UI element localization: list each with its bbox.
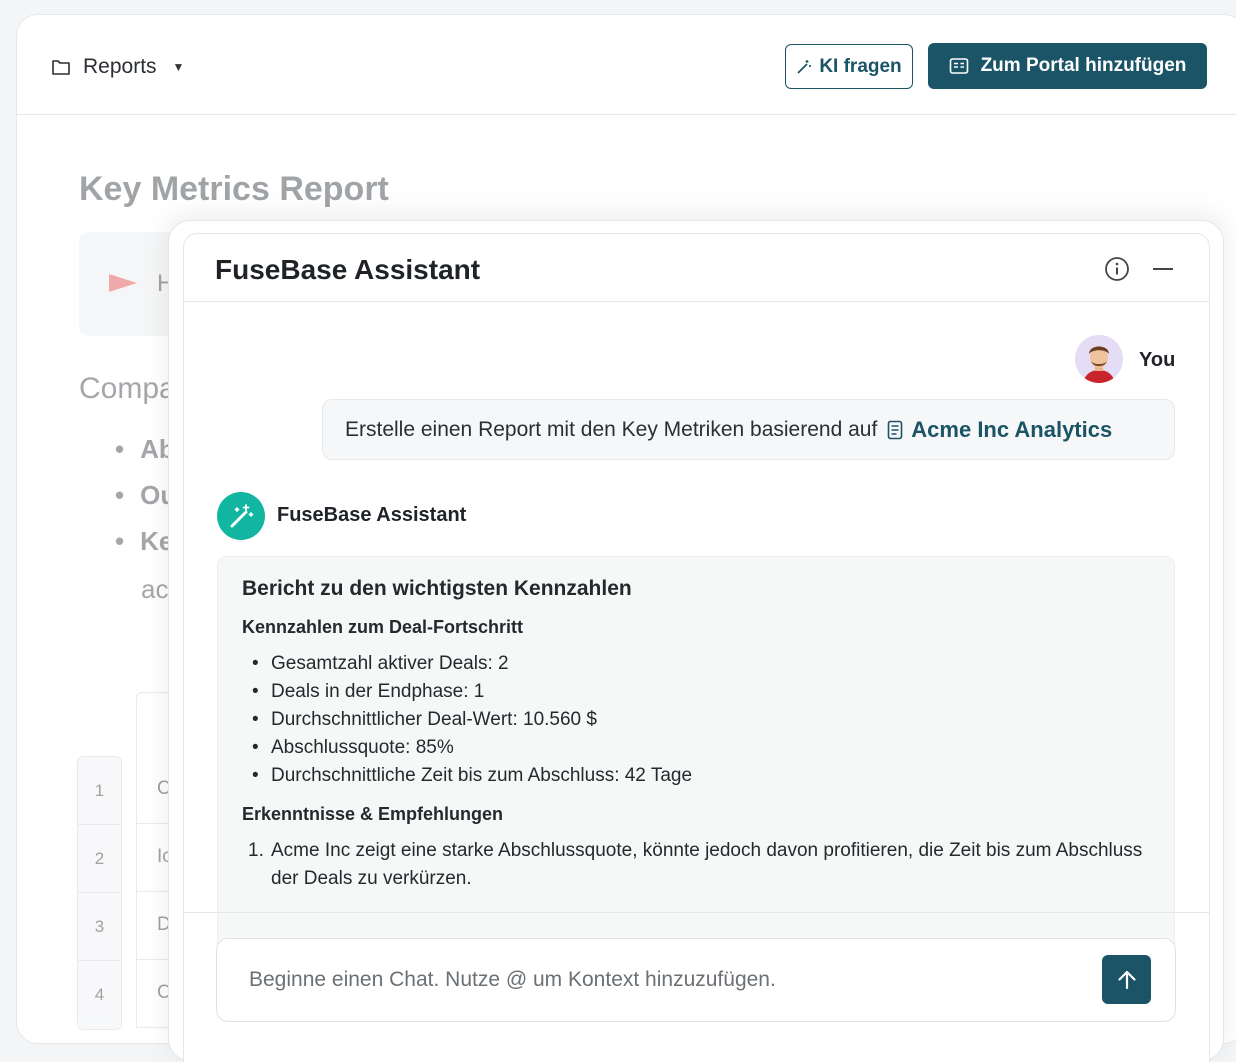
breadcrumb[interactable]: Reports ▼: [51, 55, 184, 79]
assistant-avatar: [217, 492, 265, 540]
magic-wand-icon: [797, 59, 812, 74]
list-item: Ab: [115, 434, 175, 465]
list-item: Gesamtzahl aktiver Deals: 2: [242, 650, 1150, 678]
minimize-icon[interactable]: [1150, 256, 1176, 282]
add-to-portal-button[interactable]: Zum Portal hinzufügen: [928, 43, 1207, 89]
ask-ai-button[interactable]: KI fragen: [785, 44, 913, 89]
table-row-numbers: 1 2 3 4: [77, 756, 122, 1030]
user-name: You: [1139, 349, 1176, 371]
insights-list: Acme Inc zeigt eine starke Abschlussquot…: [242, 837, 1150, 893]
reply-section-heading: Kennzahlen zum Deal-Fortschritt: [242, 617, 524, 637]
flag-icon: [109, 274, 137, 292]
document-icon: [887, 420, 903, 439]
list-item: Durchschnittlicher Deal-Wert: 10.560 $: [242, 706, 1150, 734]
assistant-name: FuseBase Assistant: [277, 504, 467, 526]
row-number: 3: [78, 893, 121, 961]
avatar: [1075, 335, 1123, 383]
list-item: Abschlussquote: 85%: [242, 734, 1150, 762]
row-number: 2: [78, 825, 121, 893]
assistant-panel-inner: FuseBase Assistant You Erstelle einen Re…: [183, 233, 1210, 1062]
metrics-list: Gesamtzahl aktiver Deals: 2 Deals in der…: [242, 650, 1150, 790]
assistant-header: FuseBase Assistant: [184, 234, 1209, 302]
breadcrumb-label: Reports: [83, 55, 157, 78]
row-number: 4: [94, 985, 105, 1004]
send-button[interactable]: [1102, 955, 1151, 1004]
reply-heading: Bericht zu den wichtigsten Kennzahlen: [242, 577, 632, 600]
document-reference-link[interactable]: Acme Inc Analytics: [911, 417, 1112, 443]
arrow-up-icon: [1117, 970, 1136, 989]
composer-divider: [184, 912, 1209, 913]
folder-icon: [52, 60, 70, 75]
row-number: 1: [78, 757, 121, 825]
section-heading: Compa: [79, 372, 176, 405]
reply-section-heading: Erkenntnisse & Empfehlungen: [242, 804, 504, 824]
user-message: Erstelle einen Report mit den Key Metrik…: [322, 399, 1175, 460]
list-item: Ke: [115, 526, 173, 557]
top-bar: Reports ▼ KI fragen Zum Portal hinzufüge…: [17, 15, 1236, 115]
magic-wand-icon: [230, 504, 254, 528]
assistant-panel-title: FuseBase Assistant: [215, 254, 481, 285]
user-message-text: Erstelle einen Report mit den Key Metrik…: [345, 417, 878, 441]
chevron-down-icon[interactable]: ▼: [173, 60, 185, 74]
list-item: Durchschnittliche Zeit bis zum Abschluss…: [242, 762, 1150, 790]
document-title: Key Metrics Report: [79, 170, 389, 208]
list-item-continuation: ac: [141, 574, 169, 604]
portal-icon: [949, 58, 968, 74]
add-to-portal-label: Zum Portal hinzufügen: [980, 55, 1187, 76]
chat-input-placeholder: Beginne einen Chat. Nutze @ um Kontext h…: [249, 968, 776, 991]
chat-input[interactable]: Beginne einen Chat. Nutze @ um Kontext h…: [216, 938, 1176, 1022]
list-item: Acme Inc zeigt eine starke Abschlussquot…: [242, 837, 1150, 893]
list-item: Deals in der Endphase: 1: [242, 678, 1150, 706]
ask-ai-label: KI fragen: [819, 55, 902, 77]
assistant-panel: FuseBase Assistant You Erstelle einen Re…: [168, 220, 1224, 1062]
assistant-reply: Bericht zu den wichtigsten Kennzahlen Ke…: [217, 556, 1175, 956]
info-icon[interactable]: [1104, 256, 1130, 282]
